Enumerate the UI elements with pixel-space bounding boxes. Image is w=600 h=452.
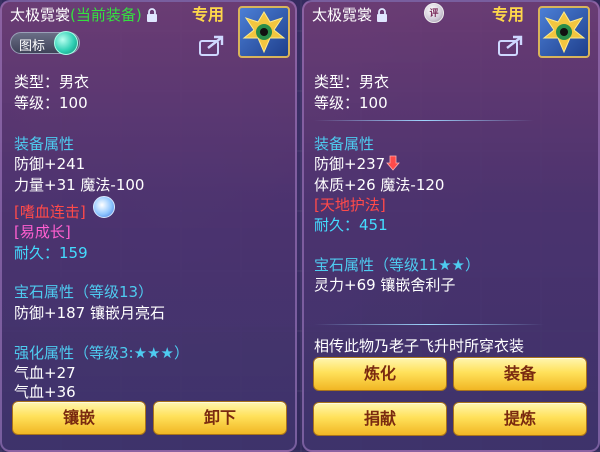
lock-icon [146, 8, 157, 22]
special-effect: [天地护法] [314, 196, 386, 214]
item-icon[interactable] [238, 6, 290, 58]
exclusive-tag: 专用 [192, 5, 225, 24]
icon-toggle[interactable]: 图标 [10, 31, 80, 55]
gem-stats: 灵力+69 镶嵌舍利子 [314, 276, 456, 294]
attr-header: 装备属性 [314, 135, 375, 153]
durability: 耐久：451 [314, 216, 388, 234]
robe-icon [242, 11, 286, 54]
defense-stat: 防御+237 [314, 153, 401, 174]
item-level: 等级：100 [14, 94, 88, 112]
special-skill: [易成长] [14, 223, 71, 241]
defense-value: 防御+237 [314, 155, 386, 173]
item-level: 等级：100 [314, 94, 388, 112]
attr-header: 装备属性 [14, 135, 75, 153]
down-arrow-icon [386, 155, 401, 171]
durability: 耐久：159 [14, 244, 88, 262]
equipped-item-panel: 太极霓裳(当前装备) 专用 图标 类型：男衣 等级：100 装备属性 防御+24… [0, 0, 297, 452]
spiral-icon[interactable] [93, 196, 115, 218]
gem-header: 宝石属性（等级13） [14, 283, 154, 301]
extract-button[interactable]: 提炼 [453, 402, 587, 436]
inlay-button[interactable]: 镶嵌 [12, 401, 146, 435]
stats-line: 体质+26 魔法-120 [314, 176, 445, 194]
defense-stat: 防御+241 [14, 155, 86, 173]
item-type: 类型：男衣 [314, 73, 390, 91]
lock-icon [377, 8, 388, 22]
share-icon[interactable] [498, 34, 524, 56]
stats-line: 力量+31 魔法-100 [14, 176, 145, 194]
item-title: 太极霓裳 [312, 4, 388, 25]
compared-item-panel: 太极霓裳 评 专用 类型：男衣 等级：100 装备属性 防御+237 体质+26… [302, 0, 600, 452]
item-icon[interactable] [538, 6, 590, 58]
item-title: 太极霓裳(当前装备) [10, 4, 158, 25]
enhance-header: 强化属性（等级3:★★★） [14, 344, 189, 362]
share-icon[interactable] [199, 34, 225, 56]
item-description: 相传此物乃老子飞升时所穿衣装 [314, 337, 525, 355]
enhance-stat-1: 气血+27 [14, 364, 76, 382]
equip-button[interactable]: 装备 [453, 357, 587, 391]
exclusive-tag: 专用 [492, 5, 525, 24]
rating-badge[interactable]: 评 [424, 3, 444, 23]
special-effect: [嗜血连击] [14, 203, 86, 221]
divider [314, 120, 534, 121]
enhance-stat-2: 气血+36 [14, 383, 76, 401]
unequip-button[interactable]: 卸下 [153, 401, 287, 435]
icon-toggle-label: 图标 [19, 39, 46, 54]
robe-icon [542, 11, 586, 54]
item-name: 太极霓裳 [312, 6, 373, 24]
divider [314, 324, 544, 325]
item-type: 类型：男衣 [14, 73, 90, 91]
gem-header: 宝石属性（等级11★★） [314, 256, 480, 274]
toggle-knob [54, 31, 78, 55]
equipped-status: (当前装备) [70, 6, 142, 24]
donate-button[interactable]: 捐献 [313, 402, 447, 436]
item-name: 太极霓裳 [10, 6, 71, 24]
refine-button[interactable]: 炼化 [313, 357, 447, 391]
gem-stats: 防御+187 镶嵌月亮石 [14, 304, 165, 322]
